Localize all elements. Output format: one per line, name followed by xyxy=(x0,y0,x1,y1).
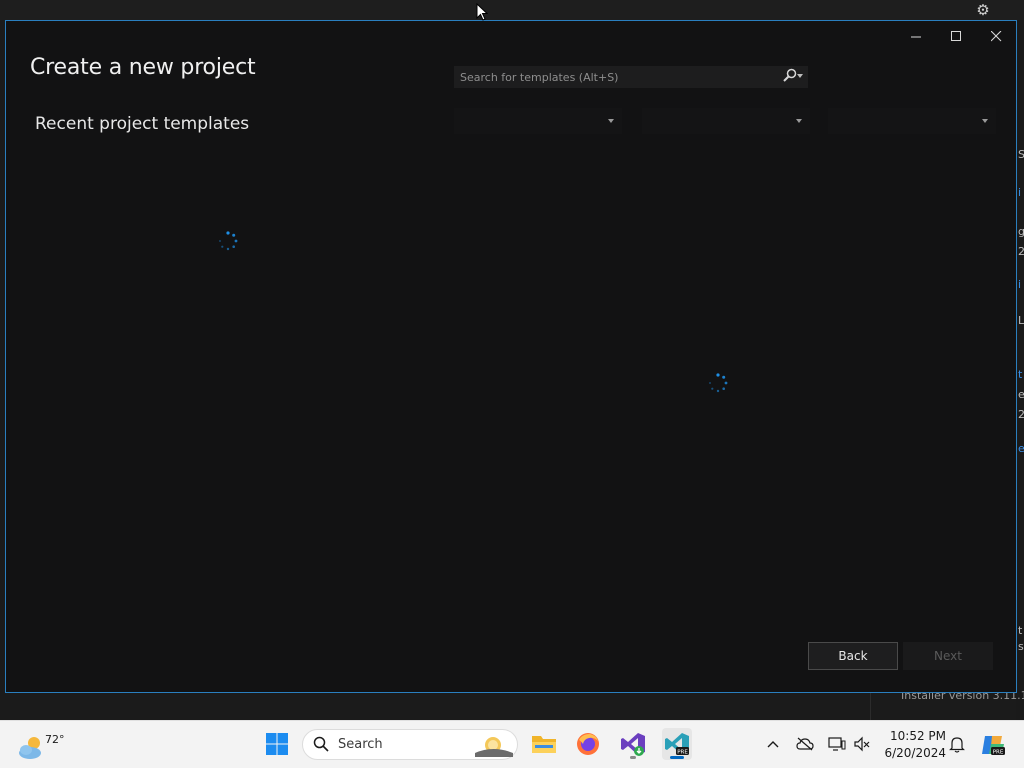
visual-studio-installer-icon xyxy=(621,733,645,756)
next-button[interactable]: Next xyxy=(903,642,993,670)
project-type-filter-dropdown[interactable] xyxy=(828,108,996,134)
visual-studio-installer-taskbar-icon[interactable] xyxy=(618,728,648,760)
firefox-icon xyxy=(577,733,599,755)
partly-cloudy-icon xyxy=(19,737,41,759)
platform-filter-dropdown[interactable] xyxy=(642,108,810,134)
back-button[interactable]: Back xyxy=(808,642,898,670)
firefox-taskbar-icon[interactable] xyxy=(573,728,603,760)
display-icon[interactable] xyxy=(827,734,847,754)
create-new-project-dialog: Create a new project Recent project temp… xyxy=(5,20,1017,693)
window-controls xyxy=(896,21,1016,51)
show-hidden-icons-chevron-up-icon[interactable] xyxy=(763,734,783,754)
taskbar-search-box[interactable]: Search xyxy=(302,729,518,760)
background-text-fragment: 2 xyxy=(1018,245,1024,258)
taskbar-search-label: Search xyxy=(338,737,383,752)
svg-text:PRE: PRE xyxy=(993,749,1004,755)
page-title: Create a new project xyxy=(30,55,256,80)
weather-temperature: 72° xyxy=(45,733,65,746)
maximize-icon[interactable] xyxy=(936,21,976,51)
visual-studio-preview-taskbar-icon[interactable]: PRE xyxy=(662,728,692,760)
mouse-cursor-icon xyxy=(476,3,488,21)
taskbar-clock[interactable]: 10:52 PM 6/20/2024 xyxy=(880,728,946,762)
active-window-indicator xyxy=(670,756,684,759)
background-text-fragment: s xyxy=(1018,640,1024,653)
chevron-down-icon xyxy=(796,119,802,123)
language-filter-dropdown[interactable] xyxy=(454,108,622,134)
chevron-down-icon xyxy=(982,119,988,123)
settings-gear-icon[interactable]: ⚙ xyxy=(974,1,992,19)
taskbar: 72° Search PRE 10:52 PM 6/20/2024 PRE xyxy=(0,720,1024,768)
file-explorer-taskbar-icon[interactable] xyxy=(529,728,559,760)
templates-list-loading-spinner-icon xyxy=(709,373,728,393)
template-search-box xyxy=(454,66,808,88)
search-highlight-sunrise-icon xyxy=(475,737,513,757)
desktop: ⚙ S i g 2 i L t e 2 e t s Installer vers… xyxy=(0,0,1024,720)
copilot-preview-icon[interactable]: PRE xyxy=(980,732,1006,758)
background-text-fragment: t xyxy=(1018,624,1023,637)
running-indicator xyxy=(630,756,636,759)
svg-text:PRE: PRE xyxy=(677,749,688,755)
background-text-fragment: g xyxy=(1018,225,1024,238)
clock-time: 10:52 PM xyxy=(890,729,946,743)
recent-templates-heading: Recent project templates xyxy=(35,114,250,134)
visual-studio-preview-icon: PRE xyxy=(665,733,689,755)
background-title-strip xyxy=(0,0,1024,20)
search-icon xyxy=(313,736,329,756)
background-text-fragment: e xyxy=(1018,388,1024,401)
recent-templates-loading-spinner-icon xyxy=(219,231,238,251)
clock-date: 6/20/2024 xyxy=(884,746,946,760)
close-icon[interactable] xyxy=(976,21,1016,51)
folder-icon xyxy=(532,736,556,753)
background-link-fragment: e xyxy=(1018,442,1024,455)
chevron-down-icon xyxy=(608,119,614,123)
onedrive-offline-icon[interactable] xyxy=(795,734,815,754)
search-options-chevron-down-icon[interactable] xyxy=(797,74,803,78)
background-text-fragment: S xyxy=(1018,148,1024,161)
weather-widget[interactable]: 72° xyxy=(14,727,65,763)
search-input[interactable] xyxy=(454,66,774,88)
background-link-fragment: i xyxy=(1018,278,1022,291)
background-text-fragment: 2 xyxy=(1018,408,1024,421)
start-button[interactable] xyxy=(262,728,292,760)
volume-muted-icon[interactable] xyxy=(852,734,872,754)
background-link-fragment: i xyxy=(1018,186,1022,199)
minimize-icon[interactable] xyxy=(896,21,936,51)
background-text-fragment: L xyxy=(1018,314,1024,327)
notification-bell-icon[interactable] xyxy=(947,734,967,754)
background-link-fragment: t xyxy=(1018,368,1023,381)
windows-logo-icon xyxy=(266,733,288,755)
